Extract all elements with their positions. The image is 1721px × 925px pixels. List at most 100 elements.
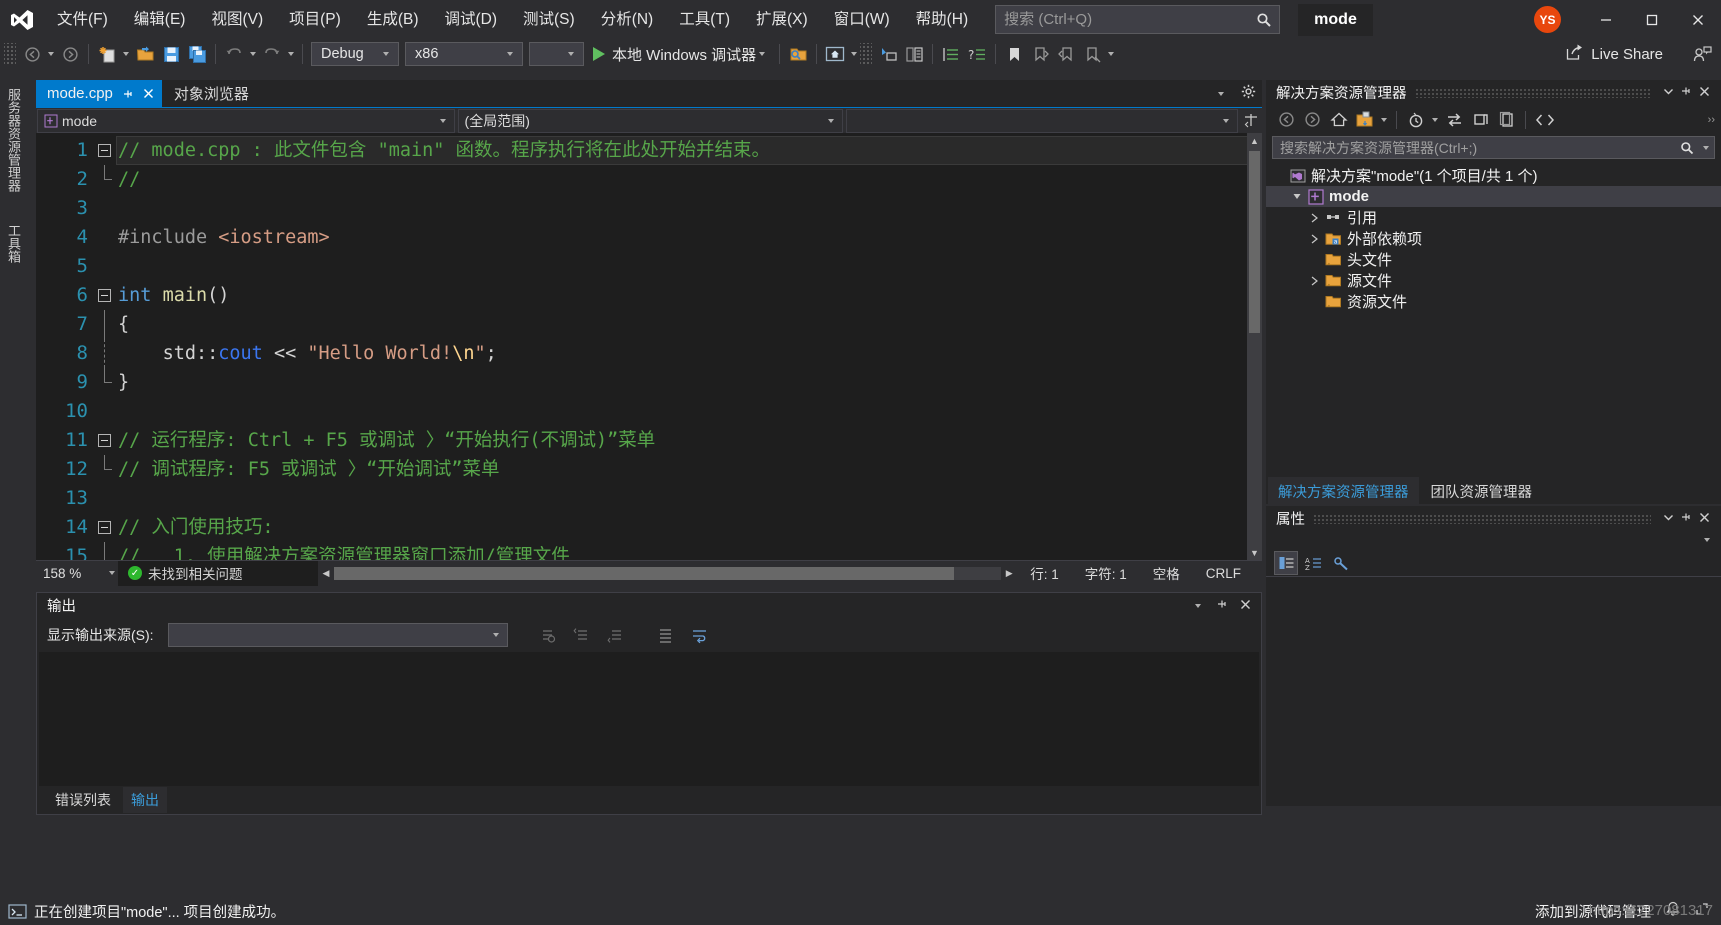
fold-marker[interactable] <box>94 426 116 455</box>
maximize-button[interactable] <box>1629 0 1675 39</box>
pending-changes-filter-button[interactable] <box>1403 107 1428 132</box>
menu-item-edit[interactable]: 编辑(E) <box>121 0 199 39</box>
output-go-to-next-button[interactable] <box>602 622 630 648</box>
scroll-down-icon[interactable]: ▼ <box>1247 545 1262 560</box>
back-button[interactable] <box>1274 107 1299 132</box>
toggle-bookmark-button[interactable] <box>1001 41 1027 67</box>
avatar[interactable]: YS <box>1534 6 1561 33</box>
hscroll-right-icon[interactable]: ▶ <box>1001 568 1017 579</box>
home-window-button[interactable] <box>822 41 848 67</box>
refresh-button[interactable] <box>1468 107 1493 132</box>
editor-settings-gear-icon[interactable] <box>1241 84 1256 104</box>
extra-combo[interactable] <box>529 42 584 66</box>
chevron-down-icon[interactable] <box>1195 603 1201 608</box>
code-line[interactable]: } <box>116 368 1262 397</box>
toolbar-grip-2[interactable] <box>860 43 873 65</box>
step-into-specific-button[interactable] <box>875 41 901 67</box>
code-line[interactable] <box>116 194 1262 223</box>
code-editor[interactable]: 1 2 3 4 5 6 7 8 9 10 11 12 13 14 15 // mode.cpp : 此文件包… <box>36 133 1262 560</box>
output-find-message-button[interactable] <box>534 622 562 648</box>
menu-item-build[interactable]: 生成(B) <box>354 0 432 39</box>
code-line[interactable]: #include <iostream> <box>116 223 1262 252</box>
chevron-down-icon[interactable] <box>1432 117 1438 122</box>
collapse-icon[interactable] <box>98 289 111 302</box>
solution-explorer-search-input[interactable] <box>1273 139 1674 156</box>
toolbar-overflow-icon[interactable]: ›› <box>1708 114 1721 126</box>
code-line[interactable]: // mode.cpp : 此文件包含 "main" 函数。程序执行将在此处开始… <box>116 136 1262 165</box>
find-in-files-button[interactable] <box>785 41 811 67</box>
new-project-caret-icon[interactable] <box>123 52 129 56</box>
search-input[interactable] <box>996 11 1250 28</box>
menu-item-debug[interactable]: 调试(D) <box>431 0 510 39</box>
show-all-files-button[interactable] <box>1352 107 1377 132</box>
nav-member-combo[interactable] <box>846 109 1239 133</box>
live-share-button[interactable]: Live Share <box>1557 41 1671 67</box>
clear-bookmarks-button[interactable] <box>1079 41 1105 67</box>
panel-close-icon[interactable] <box>1695 86 1713 100</box>
save-button[interactable] <box>158 41 184 67</box>
notifications-icon[interactable] <box>1665 901 1681 921</box>
feedback-button[interactable] <box>1689 41 1715 67</box>
tree-item[interactable]: 资源文件 <box>1266 291 1721 312</box>
nav-split-icon[interactable] <box>1240 108 1262 133</box>
output-go-to-previous-button[interactable] <box>568 622 596 648</box>
undo-caret-icon[interactable] <box>250 52 256 56</box>
tab-mode-cpp[interactable]: mode.cpp <box>36 80 162 107</box>
code-text-area[interactable]: // mode.cpp : 此文件包含 "main" 函数。程序执行将在此处开始… <box>116 133 1262 560</box>
solution-explorer-search[interactable] <box>1272 136 1715 159</box>
vertical-tab-server-explorer[interactable]: 服务器资源管理器 <box>0 80 27 200</box>
menu-item-window[interactable]: 窗口(W) <box>821 0 903 39</box>
hscroll-thumb[interactable] <box>334 566 954 580</box>
menu-item-extensions[interactable]: 扩展(X) <box>743 0 821 39</box>
zoom-level-combo[interactable]: 158 % <box>36 560 118 586</box>
editor-scroll-thumb[interactable] <box>1249 151 1260 333</box>
menu-item-help[interactable]: 帮助(H) <box>903 0 982 39</box>
code-line[interactable]: // 调试程序: F5 或调试 〉“开始调试”菜单 <box>116 455 1262 484</box>
panel-pin-icon[interactable] <box>1677 85 1695 100</box>
issue-indicator[interactable]: ✓ 未找到相关问题 <box>118 560 318 586</box>
tab-object-browser[interactable]: 对象浏览器 <box>161 80 261 107</box>
code-line[interactable]: std::cout << "Hello World!\n"; <box>116 339 1262 368</box>
previous-bookmark-button[interactable] <box>1027 41 1053 67</box>
menu-item-file[interactable]: 文件(F) <box>44 0 121 39</box>
pin-icon[interactable] <box>1216 598 1228 614</box>
properties-object-combo[interactable] <box>1266 531 1721 549</box>
tree-item[interactable]: 解决方案"mode"(1 个项目/共 1 个) <box>1266 165 1721 186</box>
code-line[interactable]: // 入门使用技巧: <box>116 513 1262 542</box>
chevron-right-icon[interactable] <box>1306 276 1323 286</box>
property-pages-button[interactable] <box>1328 551 1352 575</box>
panel-close-icon[interactable] <box>1695 512 1713 526</box>
solution-explorer-sync-button[interactable] <box>938 41 964 67</box>
categorized-button[interactable] <box>1274 550 1298 575</box>
chevron-right-icon[interactable] <box>1306 234 1323 244</box>
tree-item[interactable]: mode <box>1266 186 1721 207</box>
collapse-icon[interactable] <box>98 521 111 534</box>
fold-marker[interactable] <box>94 136 116 165</box>
navigate-backward-caret-icon[interactable] <box>48 52 54 56</box>
fold-marker[interactable] <box>94 281 116 310</box>
toolbar-grip[interactable] <box>4 43 16 65</box>
navigate-backward-button[interactable] <box>19 41 45 67</box>
panel-drag-dots[interactable] <box>1414 87 1651 98</box>
hscroll-track[interactable] <box>334 566 1002 580</box>
editor-horizontal-scrollbar[interactable]: ◀ ▶ <box>318 560 1018 586</box>
nav-scope-combo[interactable]: (全局范围) <box>457 109 844 133</box>
output-body[interactable] <box>39 652 1259 786</box>
panel-menu-chevron-icon[interactable] <box>1659 512 1677 526</box>
tree-item[interactable]: a 外部依赖项 <box>1266 228 1721 249</box>
chevron-down-icon[interactable] <box>1288 192 1305 201</box>
menu-item-analyze[interactable]: 分析(N) <box>588 0 667 39</box>
nav-project-combo[interactable]: mode <box>37 109 455 133</box>
solution-configuration-combo[interactable]: Debug <box>311 42 399 66</box>
output-toggle-word-wrap-button[interactable] <box>686 622 714 648</box>
output-source-combo[interactable] <box>167 623 508 647</box>
compare-files-button[interactable] <box>901 41 927 67</box>
home-button[interactable] <box>1326 107 1351 132</box>
code-line[interactable] <box>116 397 1262 426</box>
redo-button[interactable] <box>259 41 285 67</box>
code-line[interactable]: // <box>116 165 1262 194</box>
next-bookmark-button[interactable] <box>1053 41 1079 67</box>
close-icon[interactable] <box>1240 598 1251 614</box>
collapse-icon[interactable] <box>98 144 111 157</box>
view-code-button[interactable] <box>1532 107 1557 132</box>
